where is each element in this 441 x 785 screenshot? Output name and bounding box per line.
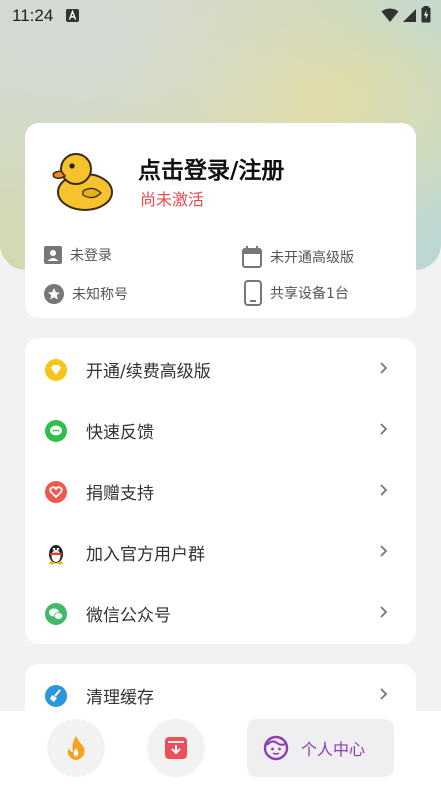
subscription-text: 未开通高级版 (270, 250, 354, 266)
status-bar: 11:24 (0, 0, 441, 32)
menu-label: 捐赠支持 (86, 484, 154, 504)
login-register-link[interactable]: 点击登录/注册 (138, 151, 284, 185)
status-time: 11:24 (12, 6, 54, 25)
status-icons (381, 6, 431, 23)
diamond-icon (44, 358, 68, 382)
menu-item-user-group[interactable]: 加入官方用户群 (25, 522, 416, 583)
heart-icon (44, 480, 68, 504)
broom-icon (44, 684, 68, 708)
wechat-icon (44, 602, 68, 626)
chevron-right-icon (378, 361, 398, 378)
notification-a-icon (66, 9, 79, 22)
menu-label: 微信公众号 (86, 606, 171, 626)
menu-label: 清理缓存 (86, 688, 154, 708)
menu-label: 开通/续费高级版 (86, 362, 211, 382)
qq-penguin-icon (44, 541, 68, 565)
chevron-right-icon (378, 544, 398, 561)
menu-card: 开通/续费高级版 快速反馈 捐赠支持 加入官方用户群 微信公众号 (25, 338, 416, 644)
battery-icon (421, 6, 431, 23)
face-icon (263, 735, 289, 761)
nav-download-button[interactable] (147, 719, 205, 777)
calendar-icon (242, 246, 262, 268)
wifi-icon (381, 8, 399, 22)
nav-hot-button[interactable] (47, 719, 105, 777)
login-state-text: 未登录 (70, 248, 112, 264)
chevron-right-icon (378, 483, 398, 500)
activation-status: 尚未激活 (140, 190, 205, 209)
nickname-info: 未知称号 (44, 284, 128, 304)
user-card-icon (44, 246, 62, 264)
cell-signal-icon (403, 8, 416, 22)
download-box-icon (165, 737, 187, 759)
duck-avatar-icon[interactable] (49, 147, 115, 213)
star-icon (44, 284, 64, 304)
profile-card: 点击登录/注册 尚未激活 未登录 未知称号 未开通高级版 共享设备1台 (25, 123, 416, 318)
menu-item-donate[interactable]: 捐赠支持 (25, 461, 416, 522)
nav-profile-tab[interactable]: 个人中心 (247, 719, 394, 777)
chevron-right-icon (378, 605, 398, 622)
menu-item-feedback[interactable]: 快速反馈 (25, 400, 416, 461)
subscription-info: 未开通高级版 (242, 246, 354, 268)
chat-icon (44, 419, 68, 443)
chevron-right-icon (378, 687, 398, 704)
phone-icon (244, 280, 262, 306)
nav-profile-label: 个人中心 (301, 740, 366, 759)
login-state-info: 未登录 (44, 245, 112, 265)
chevron-right-icon (378, 422, 398, 439)
menu-label: 快速反馈 (86, 423, 154, 443)
menu-label: 加入官方用户群 (86, 545, 205, 565)
bottom-navigation: 个人中心 (0, 711, 441, 785)
menu-item-wechat[interactable]: 微信公众号 (25, 583, 416, 644)
devices-info: 共享设备1台 (244, 280, 349, 306)
menu-item-premium[interactable]: 开通/续费高级版 (25, 339, 416, 400)
nickname-text: 未知称号 (72, 287, 128, 303)
devices-text: 共享设备1台 (270, 286, 349, 302)
flame-icon (67, 736, 85, 760)
